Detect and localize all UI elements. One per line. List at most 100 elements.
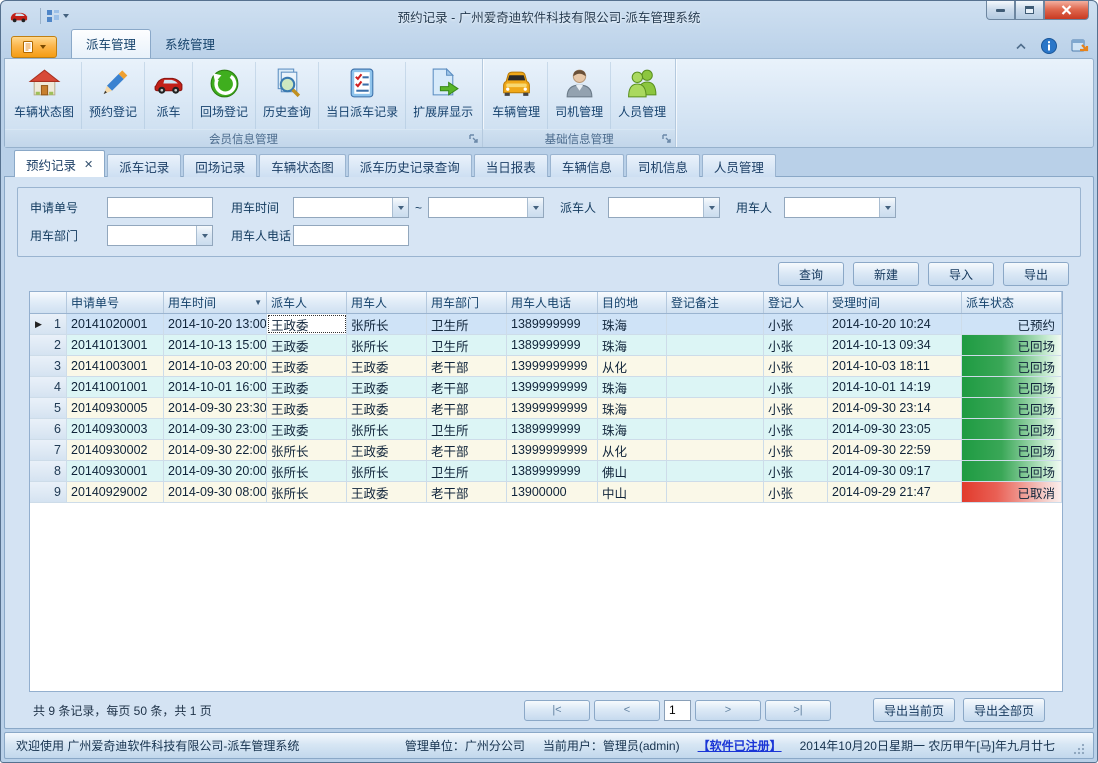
cell-user[interactable]: 张所长	[347, 314, 427, 334]
chevron-down-icon[interactable]	[703, 198, 719, 217]
tab-dispatch-records[interactable]: 派车记录	[107, 154, 181, 177]
export-all-pages-button[interactable]: 导出全部页	[963, 698, 1045, 722]
cell-dispatcher[interactable]: 王政委	[267, 377, 347, 397]
cell-registrar[interactable]: 小张	[764, 356, 828, 376]
cell-phone[interactable]: 13999999999	[507, 356, 598, 376]
row-indicator[interactable]: 9	[30, 482, 67, 502]
cell-dispatcher[interactable]: 王政委	[267, 335, 347, 355]
cell-remark[interactable]	[667, 377, 764, 397]
cell-dept[interactable]: 卫生所	[427, 314, 507, 334]
cell-status[interactable]: 已预约	[962, 314, 1062, 334]
table-row[interactable]: 2201410130012014-10-13 15:00王政委张所长卫生所138…	[30, 335, 1062, 356]
cell-destination[interactable]: 珠海	[598, 377, 667, 397]
dialog-launcher-icon[interactable]	[469, 134, 479, 144]
cell-destination[interactable]: 从化	[598, 356, 667, 376]
minimize-button[interactable]	[986, 1, 1015, 20]
maximize-button[interactable]	[1015, 1, 1044, 20]
next-page-button[interactable]: >	[695, 700, 761, 721]
table-row[interactable]: 7201409300022014-09-30 22:00张所长王政委老干部139…	[30, 440, 1062, 461]
cell-dept[interactable]: 老干部	[427, 482, 507, 502]
cell-destination[interactable]: 从化	[598, 440, 667, 460]
cell-user[interactable]: 张所长	[347, 335, 427, 355]
cell-phone[interactable]: 13900000	[507, 482, 598, 502]
cell-use-time[interactable]: 2014-09-30 22:00	[164, 440, 267, 460]
cell-remark[interactable]	[667, 419, 764, 439]
cell-dept[interactable]: 老干部	[427, 398, 507, 418]
row-indicator[interactable]: 6	[30, 419, 67, 439]
row-indicator[interactable]: 4	[30, 377, 67, 397]
cell-use-time[interactable]: 2014-09-30 20:00	[164, 461, 267, 481]
cell-order-no[interactable]: 20140930002	[67, 440, 164, 460]
header-destination[interactable]: 目的地	[598, 292, 667, 313]
first-page-button[interactable]: |<	[524, 700, 590, 721]
query-button[interactable]: 查询	[778, 262, 844, 286]
cell-accept-time[interactable]: 2014-09-29 21:47	[828, 482, 962, 502]
header-accept-time[interactable]: 受理时间	[828, 292, 962, 313]
cell-phone[interactable]: 1389999999	[507, 419, 598, 439]
cell-registrar[interactable]: 小张	[764, 440, 828, 460]
cell-dispatcher[interactable]: 张所长	[267, 482, 347, 502]
tab-dispatch-history-query[interactable]: 派车历史记录查询	[348, 154, 472, 177]
cell-registrar[interactable]: 小张	[764, 335, 828, 355]
cell-accept-time[interactable]: 2014-09-30 22:59	[828, 440, 962, 460]
cell-use-time[interactable]: 2014-10-20 13:00	[164, 314, 267, 334]
cell-order-no[interactable]: 20140929002	[67, 482, 164, 502]
prev-page-button[interactable]: <	[594, 700, 660, 721]
cell-user[interactable]: 王政委	[347, 398, 427, 418]
cell-dept[interactable]: 老干部	[427, 356, 507, 376]
cell-registrar[interactable]: 小张	[764, 314, 828, 334]
phone-input[interactable]	[293, 225, 409, 246]
cell-phone[interactable]: 1389999999	[507, 335, 598, 355]
cell-status[interactable]: 已回场	[962, 335, 1062, 355]
cell-dept[interactable]: 老干部	[427, 377, 507, 397]
tab-driver-info[interactable]: 司机信息	[626, 154, 700, 177]
table-row[interactable]: 4201410010012014-10-01 16:00王政委王政委老干部139…	[30, 377, 1062, 398]
tab-personnel-management[interactable]: 人员管理	[702, 154, 776, 177]
cell-dept[interactable]: 老干部	[427, 440, 507, 460]
dialog-launcher-icon[interactable]	[662, 134, 672, 144]
header-status[interactable]: 派车状态	[962, 292, 1062, 313]
cell-order-no[interactable]: 20140930005	[67, 398, 164, 418]
cell-accept-time[interactable]: 2014-09-30 23:05	[828, 419, 962, 439]
header-user[interactable]: 用车人	[347, 292, 427, 313]
header-registrar[interactable]: 登记人	[764, 292, 828, 313]
cell-order-no[interactable]: 20141013001	[67, 335, 164, 355]
cell-phone[interactable]: 13999999999	[507, 377, 598, 397]
header-dispatcher[interactable]: 派车人	[267, 292, 347, 313]
row-indicator[interactable]: 2	[30, 335, 67, 355]
dispatch-button[interactable]: 派车	[145, 62, 193, 129]
reservation-register-button[interactable]: 预约登记	[82, 62, 145, 129]
tab-reservation-records[interactable]: 预约记录 ✕	[14, 150, 105, 177]
row-indicator[interactable]: ▶1	[30, 314, 67, 334]
cell-user[interactable]: 王政委	[347, 377, 427, 397]
cell-dept[interactable]: 卫生所	[427, 419, 507, 439]
driver-management-button[interactable]: 司机管理	[548, 62, 611, 129]
close-button[interactable]	[1044, 1, 1089, 20]
switch-window-icon[interactable]	[1071, 38, 1089, 54]
table-row[interactable]: 3201410030012014-10-03 20:00王政委王政委老干部139…	[30, 356, 1062, 377]
cell-accept-time[interactable]: 2014-10-03 18:11	[828, 356, 962, 376]
info-icon[interactable]	[1041, 38, 1057, 54]
header-remark[interactable]: 登记备注	[667, 292, 764, 313]
cell-use-time[interactable]: 2014-10-03 20:00	[164, 356, 267, 376]
dept-combobox[interactable]	[107, 225, 213, 246]
cell-remark[interactable]	[667, 335, 764, 355]
cell-destination[interactable]: 佛山	[598, 461, 667, 481]
cell-dept[interactable]: 卫生所	[427, 461, 507, 481]
tab-vehicle-info[interactable]: 车辆信息	[550, 154, 624, 177]
cell-status[interactable]: 已回场	[962, 440, 1062, 460]
cell-destination[interactable]: 珠海	[598, 419, 667, 439]
cell-order-no[interactable]: 20141003001	[67, 356, 164, 376]
cell-dispatcher[interactable]: 王政委	[267, 419, 347, 439]
cell-accept-time[interactable]: 2014-10-13 09:34	[828, 335, 962, 355]
cell-remark[interactable]	[667, 461, 764, 481]
collapse-ribbon-chevron-icon[interactable]	[1015, 42, 1027, 50]
cell-registrar[interactable]: 小张	[764, 482, 828, 502]
new-button[interactable]: 新建	[853, 262, 919, 286]
cell-registrar[interactable]: 小张	[764, 398, 828, 418]
cell-use-time[interactable]: 2014-10-13 15:00	[164, 335, 267, 355]
cell-user[interactable]: 张所长	[347, 419, 427, 439]
cell-order-no[interactable]: 20141020001	[67, 314, 164, 334]
chevron-down-icon[interactable]	[879, 198, 895, 217]
cell-registrar[interactable]: 小张	[764, 377, 828, 397]
